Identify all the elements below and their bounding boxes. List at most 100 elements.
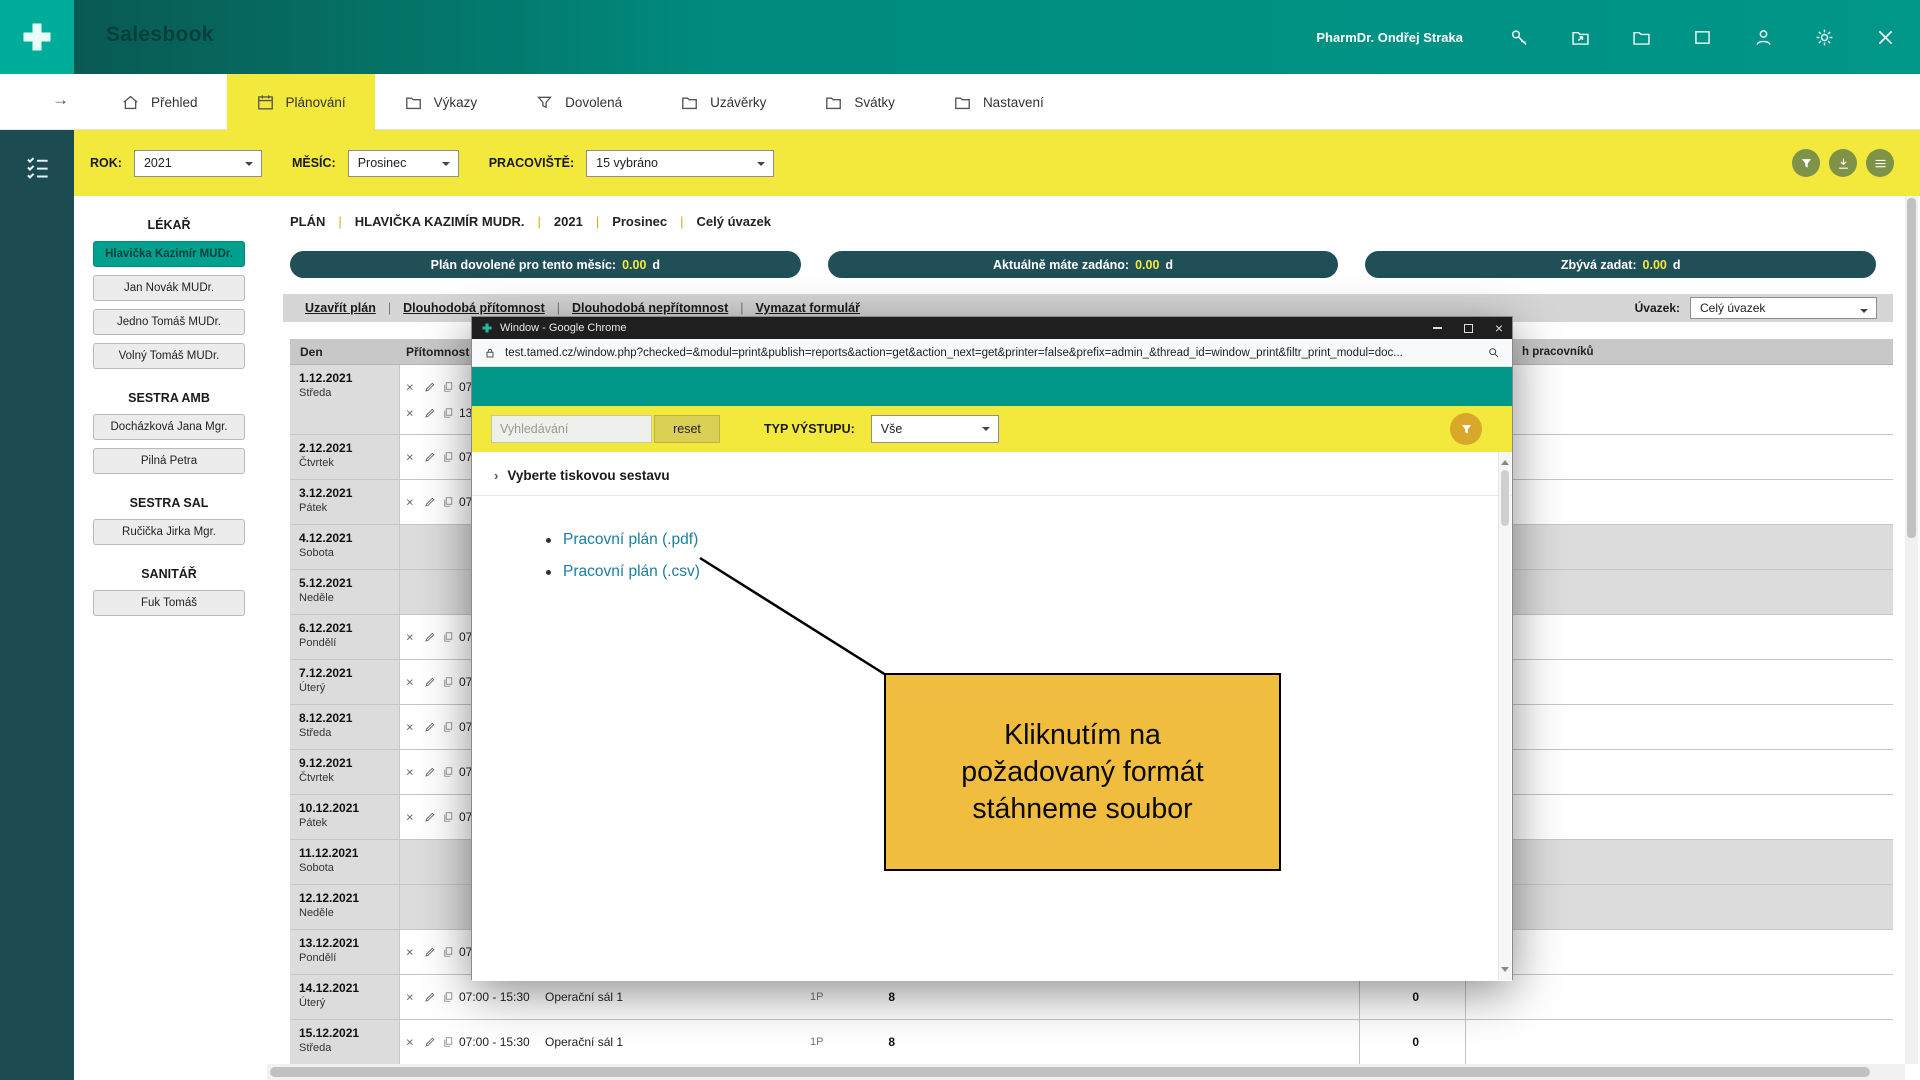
doc-icon[interactable] <box>442 946 454 958</box>
tab-prehled[interactable]: Přehled <box>92 74 227 130</box>
filter-funnel-button[interactable] <box>1792 149 1820 177</box>
window-icon[interactable] <box>1692 27 1713 48</box>
pencil-icon[interactable] <box>424 407 436 419</box>
report-link-pracovni-plan-csv[interactable]: Pracovní plán (.csv) <box>563 563 700 581</box>
popup-funnel-button[interactable] <box>1450 413 1482 445</box>
delete-shift-icon[interactable]: × <box>406 496 414 509</box>
reset-button[interactable]: reset <box>654 415 720 443</box>
pencil-icon[interactable] <box>424 946 436 958</box>
funnel-icon <box>1459 422 1474 437</box>
delete-shift-icon[interactable]: × <box>406 721 414 734</box>
pencil-icon[interactable] <box>424 766 436 778</box>
popup-teal-bar <box>472 367 1512 406</box>
doc-icon[interactable] <box>442 381 454 393</box>
toolbar-action-vymazat-formular[interactable]: Vymazat formulář <box>756 301 860 315</box>
tab-uzaverky[interactable]: Uzávěrky <box>651 74 795 130</box>
tasklist-icon[interactable] <box>24 154 51 181</box>
workplace-select[interactable]: 15 vybráno <box>586 150 774 177</box>
pencil-icon[interactable] <box>424 631 436 643</box>
row-day: Sobota <box>299 547 399 559</box>
delete-shift-icon[interactable]: × <box>406 991 414 1004</box>
month-select[interactable]: Prosinec <box>348 150 459 177</box>
maximize-button[interactable] <box>1464 324 1473 333</box>
doc-icon[interactable] <box>442 676 454 688</box>
pencil-icon[interactable] <box>424 451 436 463</box>
search-input[interactable] <box>491 415 652 443</box>
collapse-arrow-icon[interactable]: → <box>52 90 69 110</box>
zoom-icon[interactable] <box>1487 346 1500 359</box>
doc-icon[interactable] <box>442 1036 454 1048</box>
tab-svatky[interactable]: Svátky <box>795 74 924 130</box>
staff-item-volny-tomas-mudr[interactable]: Volný Tomáš MUDr. <box>93 343 245 369</box>
vertical-scroll-thumb[interactable] <box>1907 198 1916 538</box>
pencil-icon[interactable] <box>424 811 436 823</box>
pencil-icon[interactable] <box>424 496 436 508</box>
minimize-button[interactable] <box>1433 327 1442 329</box>
tab-label: Svátky <box>854 95 895 110</box>
delete-shift-icon[interactable]: × <box>406 406 414 419</box>
delete-shift-icon[interactable]: × <box>406 946 414 959</box>
doc-icon[interactable] <box>442 496 454 508</box>
folder-icon[interactable] <box>1631 27 1652 48</box>
tab-nastaveni[interactable]: Nastavení <box>924 74 1073 130</box>
popup-close-button[interactable]: × <box>1495 321 1503 335</box>
staff-item-jan-novak-mudr[interactable]: Jan Novák MUDr. <box>93 275 245 301</box>
date-cell: 5.12.2021Neděle <box>290 570 400 614</box>
doc-icon[interactable] <box>442 766 454 778</box>
tab-dovolena[interactable]: Dovolená <box>506 74 651 130</box>
popup-titlebar[interactable]: Window - Google Chrome × <box>472 317 1512 339</box>
popup-scroll-thumb[interactable] <box>1501 470 1509 526</box>
nav-tabs: PřehledPlánováníVýkazyDovolenáUzávěrky Sv… <box>92 74 1073 130</box>
pencil-icon[interactable] <box>424 676 436 688</box>
delete-shift-icon[interactable]: × <box>406 631 414 644</box>
toolbar-action-dlouhodoba-pritomnost[interactable]: Dlouhodobá přítomnost <box>403 301 545 315</box>
report-section-toggle[interactable]: › Vyberte tiskovou sestavu <box>472 452 1512 496</box>
doc-icon[interactable] <box>442 721 454 733</box>
tab-planovani[interactable]: Plánování <box>227 74 375 130</box>
report-link-pracovni-plan-pdf[interactable]: Pracovní plán (.pdf) <box>563 531 698 549</box>
delete-shift-icon[interactable]: × <box>406 380 414 393</box>
gear-icon[interactable] <box>1814 27 1835 48</box>
horizontal-scroll-thumb[interactable] <box>270 1067 1870 1077</box>
doc-icon[interactable] <box>442 407 454 419</box>
delete-shift-icon[interactable]: × <box>406 676 414 689</box>
tab-vykazy[interactable]: Výkazy <box>375 74 507 130</box>
doc-icon[interactable] <box>442 991 454 1003</box>
report-links: Pracovní plán (.pdf) Pracovní plán (.csv) <box>546 524 1512 588</box>
toolbar-action-uzavrit-plan[interactable]: Uzavřít plán <box>305 301 376 315</box>
scroll-down-arrow[interactable] <box>1501 967 1509 976</box>
doc-icon[interactable] <box>442 451 454 463</box>
delete-shift-icon[interactable]: × <box>406 766 414 779</box>
staff-item-jedno-tomas-mudr[interactable]: Jedno Tomáš MUDr. <box>93 309 245 335</box>
doc-icon[interactable] <box>442 811 454 823</box>
pencil-icon[interactable] <box>424 1036 436 1048</box>
user-icon[interactable] <box>1753 27 1774 48</box>
date-cell: 13.12.2021Pondělí <box>290 930 400 974</box>
output-type-select[interactable]: Vše <box>871 415 999 443</box>
pencil-icon[interactable] <box>424 381 436 393</box>
staff-item-rucicka-jirka-mgr[interactable]: Ručička Jirka Mgr. <box>93 519 245 545</box>
close-icon[interactable] <box>1875 27 1896 48</box>
pencil-icon[interactable] <box>424 991 436 1003</box>
delete-shift-icon[interactable]: × <box>406 811 414 824</box>
url-text[interactable]: test.tamed.cz/window.php?checked=&modul=… <box>505 347 1478 359</box>
lock-icon <box>484 347 496 359</box>
key-icon[interactable] <box>1509 27 1530 48</box>
staff-item-pilna-petra[interactable]: Pilná Petra <box>93 448 245 474</box>
folder-export-icon[interactable] <box>1570 27 1591 48</box>
workload-select[interactable]: Celý úvazek <box>1690 297 1877 319</box>
scroll-up-arrow[interactable] <box>1501 456 1509 465</box>
staff-item-hlavicka-kazimir-mudr[interactable]: Hlavička Kazimír MUDr. <box>93 241 245 267</box>
output-type-value: Vše <box>881 422 903 436</box>
delete-shift-icon[interactable]: × <box>406 451 414 464</box>
staff-item-dochazkova-jana-mgr[interactable]: Docházková Jana Mgr. <box>93 414 245 440</box>
year-select[interactable]: 2021 <box>134 150 262 177</box>
toolbar-action-dlouhodoba-nepritomnost[interactable]: Dlouhodobá nepřítomnost <box>572 301 728 315</box>
menu-button[interactable] <box>1866 149 1894 177</box>
staff-item-fuk-tomas[interactable]: Fuk Tomáš <box>93 590 245 616</box>
staff-section-title: SESTRA SAL <box>74 496 264 510</box>
pencil-icon[interactable] <box>424 721 436 733</box>
delete-shift-icon[interactable]: × <box>406 1036 414 1049</box>
doc-icon[interactable] <box>442 631 454 643</box>
download-button[interactable] <box>1829 149 1857 177</box>
